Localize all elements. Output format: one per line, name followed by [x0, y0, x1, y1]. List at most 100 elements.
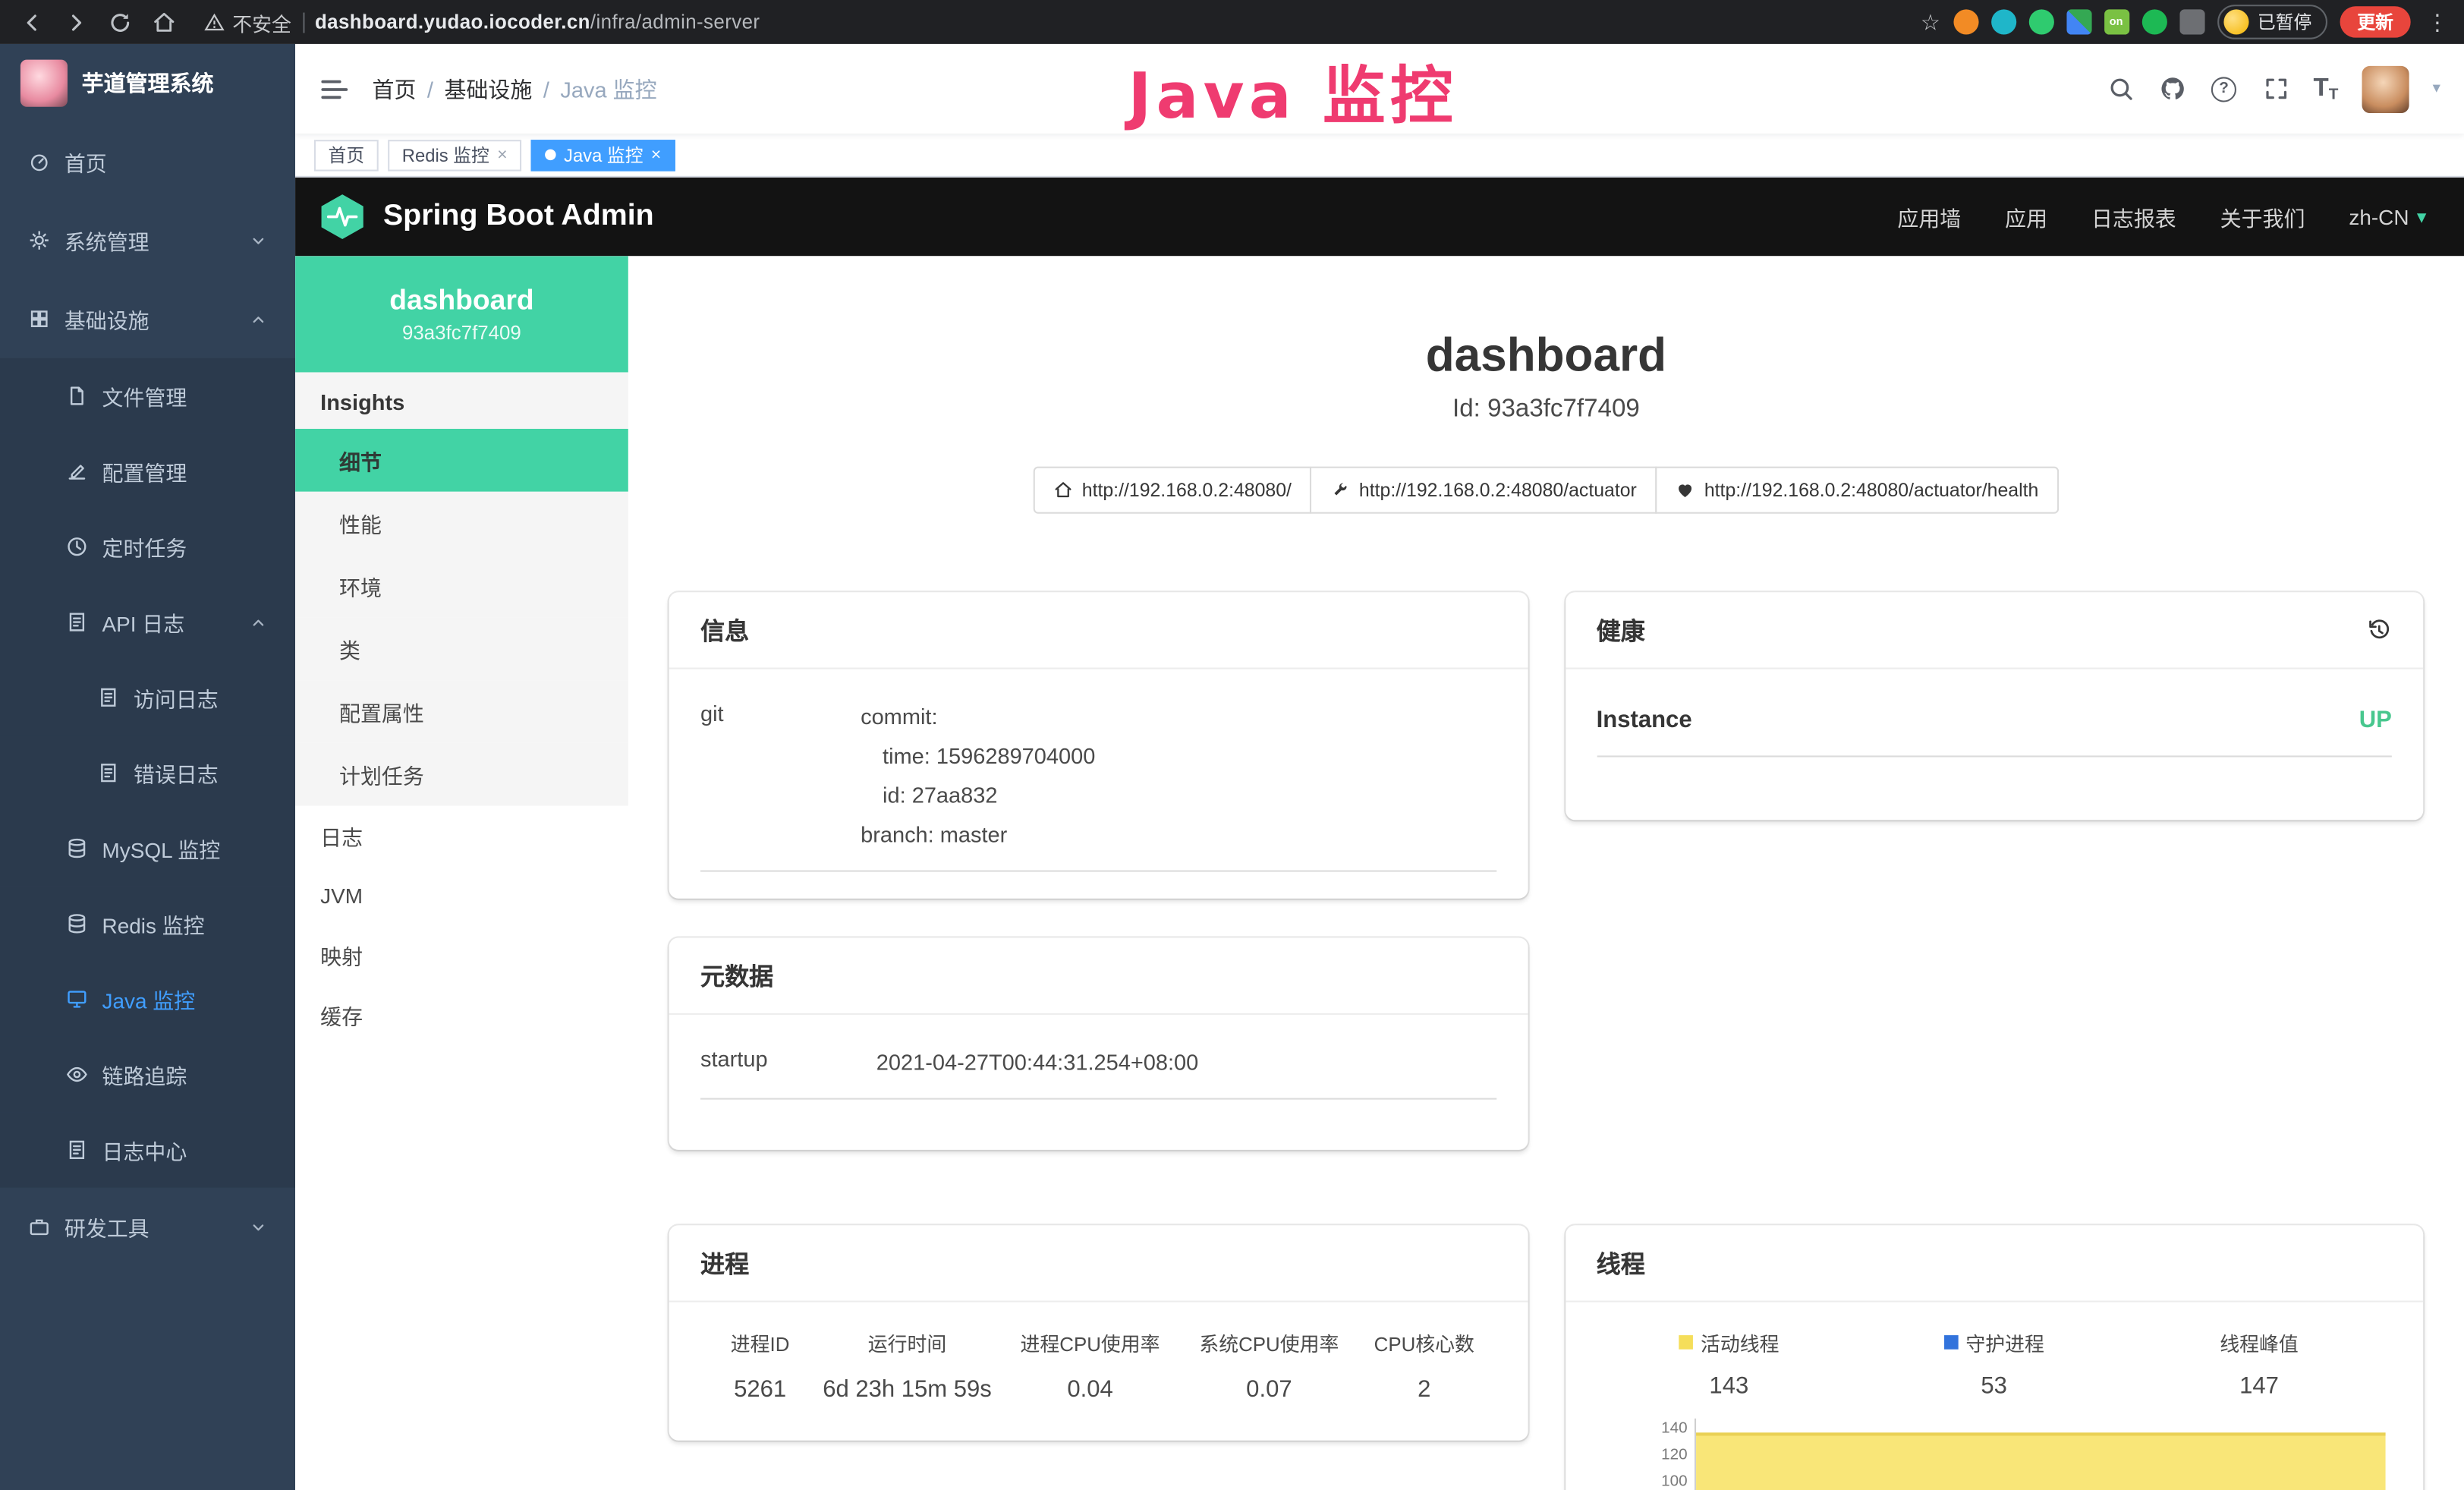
profile-avatar: [2223, 9, 2248, 34]
sidebar-item-home[interactable]: 首页: [0, 122, 295, 200]
font-size-icon[interactable]: TT: [2314, 74, 2339, 102]
sidebar-item-mysql[interactable]: MySQL 监控: [0, 811, 295, 886]
topbar: 首页 / 基础设施 / Java 监控 Java 监控 ? TT ▾: [295, 44, 2464, 134]
browser-toolbar: 不安全 dashboard.yudao.iocoder.cn/infra/adm…: [0, 0, 2464, 44]
hamburger-icon[interactable]: [319, 73, 350, 104]
legend-daemon-label: 守护进程: [1965, 1328, 2044, 1357]
sidebar-item-system[interactable]: 系统管理: [0, 201, 295, 279]
sidebar-item-dev-tools[interactable]: 研发工具: [0, 1188, 295, 1266]
sba-item-caches[interactable]: 缓存: [295, 985, 628, 1045]
warning-triangle-icon: [204, 12, 225, 33]
log-icon: [97, 686, 119, 708]
browser-actions: ☆ on 已暂停 更新 ⋮: [1921, 5, 2452, 39]
forward-icon[interactable]: [57, 5, 95, 39]
instance-id-subtitle: Id: 93a3fc7f7409: [669, 394, 2424, 425]
address-bar[interactable]: 不安全 dashboard.yudao.iocoder.cn/infra/adm…: [204, 7, 1915, 36]
sba-item-jvm[interactable]: JVM: [295, 865, 628, 925]
sba-instance-header[interactable]: dashboard 93a3fc7f7409: [295, 256, 628, 372]
extension-on-badge-icon[interactable]: on: [2104, 9, 2129, 34]
sba-item-configprops[interactable]: 配置属性: [295, 680, 628, 743]
tab-redis[interactable]: Redis 监控×: [388, 139, 521, 170]
extension-icon-4[interactable]: [2066, 9, 2091, 34]
sba-nav-about[interactable]: 关于我们: [2220, 201, 2305, 232]
sba-nav: 应用墙 应用 日志报表 关于我们 zh-CN ▾: [1897, 201, 2426, 232]
sba-nav-wallboard[interactable]: 应用墙: [1897, 201, 1961, 232]
extensions-puzzle-icon[interactable]: [2179, 9, 2204, 34]
user-menu-caret-icon[interactable]: ▾: [2433, 80, 2440, 98]
sidebar-item-access-log[interactable]: 访问日志: [0, 660, 295, 735]
sba-item-logs[interactable]: 日志: [295, 806, 628, 866]
sba-header: Spring Boot Admin 应用墙 应用 日志报表 关于我们 zh-CN…: [295, 178, 2464, 256]
annotation-text: Java 监控: [1128, 46, 1458, 137]
sba-locale-select[interactable]: zh-CN ▾: [2349, 205, 2426, 228]
back-icon[interactable]: [13, 5, 51, 39]
update-button[interactable]: 更新: [2340, 6, 2411, 37]
sba-item-metrics[interactable]: 性能: [295, 492, 628, 555]
sba-item-details[interactable]: 细节: [295, 429, 628, 492]
sba-item-environment[interactable]: 环境: [295, 555, 628, 618]
extension-icon-5[interactable]: [2141, 9, 2167, 34]
sba-item-classes[interactable]: 类: [295, 617, 628, 680]
breadcrumb-infra[interactable]: 基础设施: [444, 73, 532, 104]
breadcrumb-home[interactable]: 首页: [372, 73, 416, 104]
history-icon[interactable]: [2367, 617, 2392, 642]
extension-icon-2[interactable]: [1990, 9, 2016, 34]
tab-java[interactable]: Java 监控×: [531, 139, 675, 170]
close-icon[interactable]: ×: [497, 145, 507, 164]
app-logo[interactable]: 芋道管理系统: [0, 44, 295, 122]
sba-item-scheduled-tasks[interactable]: 计划任务: [295, 743, 628, 806]
screen: 不安全 dashboard.yudao.iocoder.cn/infra/adm…: [0, 0, 2464, 1490]
sidebar-item-api-log[interactable]: API 日志: [0, 584, 295, 660]
browser-menu-icon[interactable]: ⋮: [2423, 8, 2451, 35]
sidebar-item-config[interactable]: 配置管理: [0, 433, 295, 509]
topbar-tools: ? TT ▾: [2106, 65, 2440, 112]
sidebar-item-infra[interactable]: 基础设施: [0, 279, 295, 358]
process-col-uptime: 运行时间: [820, 1328, 995, 1357]
tab-home[interactable]: 首页: [314, 139, 379, 170]
status-badge: UP: [2359, 707, 2392, 733]
reload-icon[interactable]: [100, 5, 138, 39]
process-col-cpus: CPU核心数: [1352, 1328, 1496, 1357]
sidebar-item-tracing[interactable]: 链路追踪: [0, 1037, 295, 1112]
github-icon[interactable]: [2158, 74, 2186, 102]
y-axis-tick: 100: [1653, 1475, 1688, 1490]
user-avatar[interactable]: [2362, 65, 2409, 112]
y-axis-tick: 140: [1653, 1422, 1688, 1438]
sidebar-item-log-center[interactable]: 日志中心: [0, 1112, 295, 1187]
cards-right-column: 健康 Instance UP: [1565, 592, 2423, 1490]
sidebar-item-error-log[interactable]: 错误日志: [0, 736, 295, 811]
sba-main: dashboard Id: 93a3fc7f7409 http://192.16…: [628, 256, 2464, 1490]
bookmark-star-icon[interactable]: ☆: [1921, 8, 1940, 35]
service-url-link[interactable]: http://192.168.0.2:48080/: [1034, 467, 1312, 514]
health-instance-row[interactable]: Instance UP: [1597, 691, 2392, 758]
search-icon[interactable]: [2106, 74, 2134, 102]
extension-icon-1[interactable]: [1953, 9, 1978, 34]
logo-avatar: [20, 60, 68, 107]
profile-paused-badge[interactable]: 已暂停: [2217, 5, 2327, 39]
home-icon[interactable]: [144, 5, 182, 39]
sba-body: dashboard 93a3fc7f7409 Insights 细节 性能 环境…: [295, 256, 2464, 1490]
sidebar-item-files[interactable]: 文件管理: [0, 358, 295, 433]
fullscreen-icon[interactable]: [2261, 74, 2289, 102]
app-shell: 芋道管理系统 首页 系统管理 基础设施 文件管理 配置: [0, 44, 2464, 1490]
sba-nav-applications[interactable]: 应用: [2005, 201, 2047, 232]
sba-nav-journal[interactable]: 日志报表: [2091, 201, 2176, 232]
chevron-down-icon: [250, 1218, 267, 1236]
actuator-url-link[interactable]: http://192.168.0.2:48080/actuator: [1311, 467, 1657, 514]
process-val-uptime: 6d 23h 15m 59s: [820, 1376, 995, 1403]
sidebar-item-jobs[interactable]: 定时任务: [0, 509, 295, 584]
health-url-link[interactable]: http://192.168.0.2:48080/actuator/health: [1656, 467, 2060, 514]
sidebar-item-redis[interactable]: Redis 监控: [0, 886, 295, 961]
sba-item-mappings[interactable]: 映射: [295, 925, 628, 985]
close-icon[interactable]: ×: [651, 145, 661, 164]
help-icon[interactable]: ?: [2210, 74, 2238, 102]
process-col-pid: 进程ID: [700, 1328, 820, 1357]
extension-icon-3[interactable]: [2028, 9, 2053, 34]
cards-left-column: 信息 git commit: time: 1596289704000 id: 2…: [669, 592, 1528, 1490]
url-text[interactable]: dashboard.yudao.iocoder.cn/infra/admin-s…: [315, 11, 760, 33]
security-chip[interactable]: 不安全: [204, 7, 291, 36]
document-icon: [66, 385, 88, 407]
chevron-down-icon: ▾: [2417, 206, 2426, 228]
security-label: 不安全: [232, 7, 291, 36]
sidebar-item-java[interactable]: Java 监控: [0, 962, 295, 1037]
